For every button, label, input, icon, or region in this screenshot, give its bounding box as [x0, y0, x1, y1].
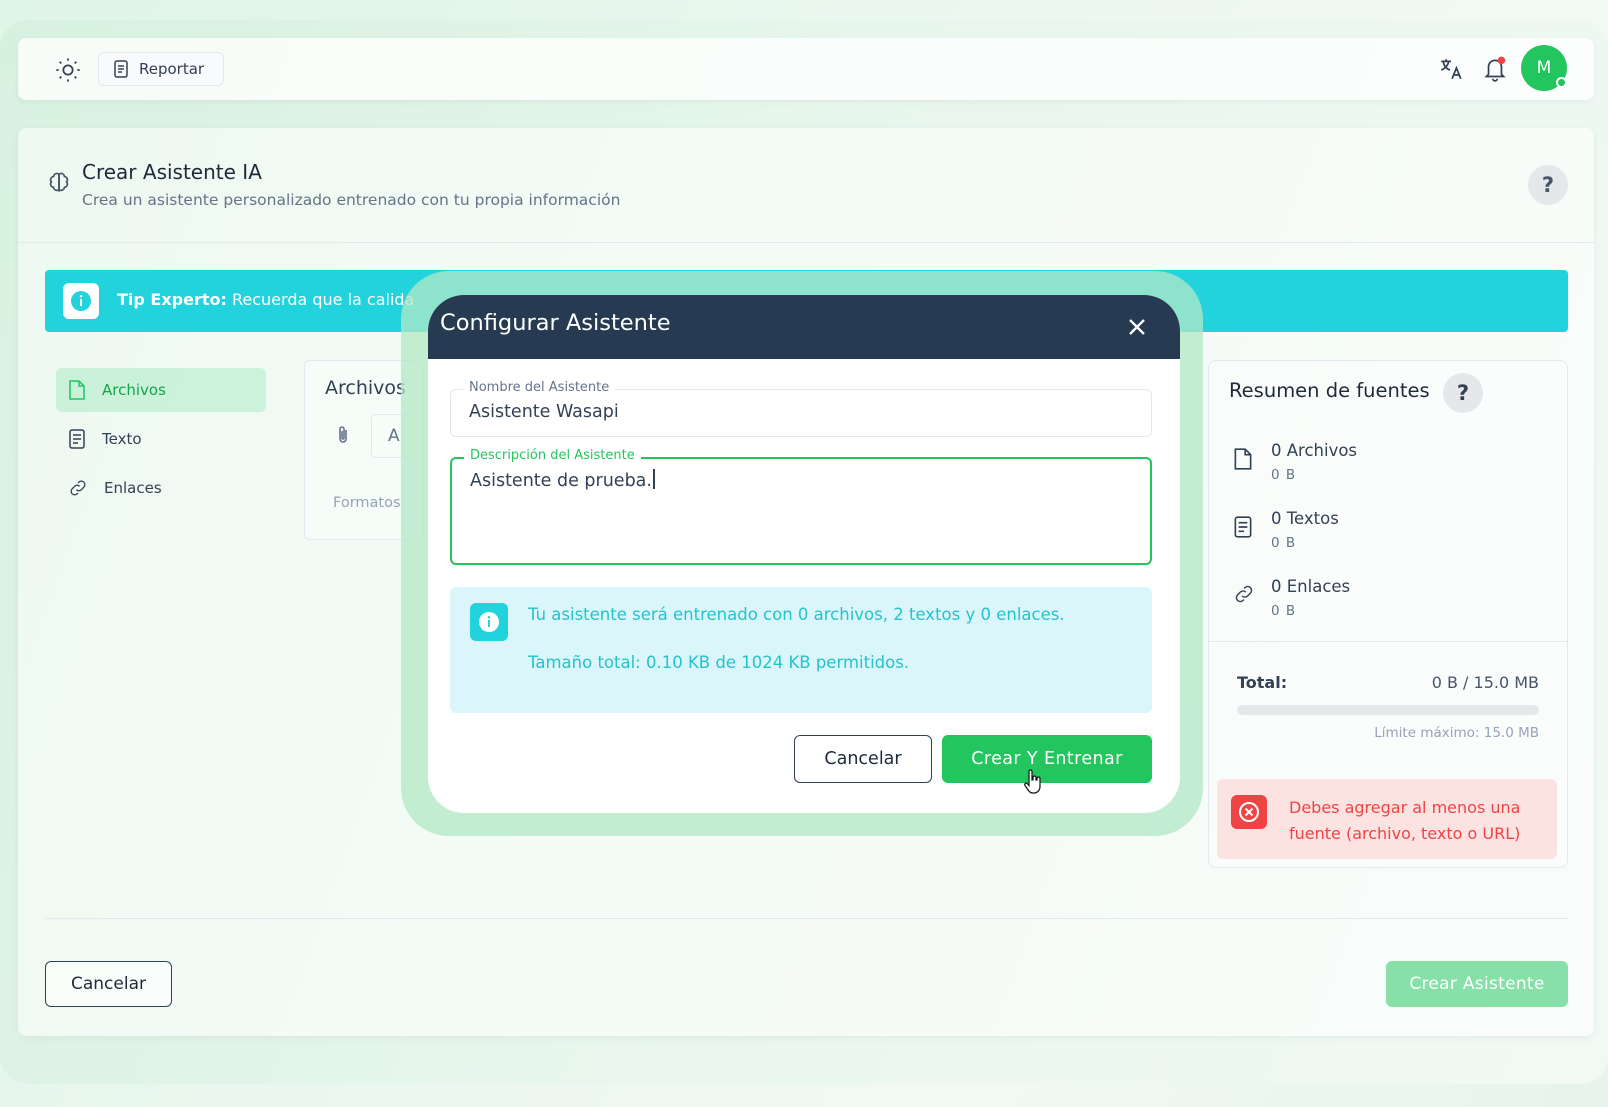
text-doc-icon: [69, 429, 85, 449]
files-panel-title: Archivos: [325, 377, 406, 399]
assistant-description-value: Asistente de prueba.: [470, 471, 652, 491]
sidebar-item-label: Enlaces: [104, 479, 162, 497]
footer-divider: [45, 918, 1568, 919]
assistant-name-value: Asistente Wasapi: [469, 402, 619, 422]
report-icon: [114, 60, 128, 78]
sidebar-item-texto[interactable]: Texto: [56, 417, 266, 461]
sources-summary: Resumen de fuentes ? 0 Archivos 0 B 0 Te…: [1208, 360, 1568, 868]
file-icon: [69, 380, 85, 400]
assistant-name-field[interactable]: Nombre del Asistente Asistente Wasapi: [450, 380, 1152, 437]
source-size: 0 B: [1271, 467, 1297, 483]
info-icon: [63, 283, 99, 319]
text-doc-icon: [1234, 516, 1252, 538]
source-size: 0 B: [1271, 535, 1297, 551]
training-info-box: Tu asistente será entrenado con 0 archiv…: [450, 587, 1152, 713]
sun-icon[interactable]: [54, 56, 82, 84]
file-icon: [1234, 448, 1252, 470]
online-status-dot: [1556, 77, 1567, 88]
create-and-train-button[interactable]: Crear Y Entrenar: [942, 735, 1152, 783]
sidebar-item-label: Archivos: [102, 381, 166, 399]
text-caret: [652, 469, 655, 489]
modal-title: Configurar Asistente: [440, 310, 671, 336]
source-label: 0 Textos: [1271, 509, 1339, 528]
sidebar-item-label: Texto: [102, 430, 142, 448]
source-row-files: 0 Archivos 0 B: [1233, 441, 1533, 491]
bell-icon[interactable]: [1482, 55, 1508, 83]
page-subtitle: Crea un asistente personalizado entrenad…: [82, 191, 621, 209]
avatar-initial: M: [1536, 58, 1552, 78]
translate-icon[interactable]: [1438, 56, 1464, 82]
error-alert: Debes agregar al menos una fuente (archi…: [1217, 779, 1557, 859]
paperclip-icon: [339, 426, 347, 443]
hand-pointer-cursor-icon: [1024, 769, 1041, 794]
error-x-icon: [1231, 795, 1267, 829]
training-summary-text: Tu asistente será entrenado con 0 archiv…: [528, 605, 1065, 624]
storage-progress-bar: [1237, 705, 1539, 715]
total-label: Total:: [1237, 673, 1288, 692]
files-formats-text: Formatos: [333, 495, 401, 511]
source-label: 0 Archivos: [1271, 441, 1358, 460]
info-icon: [470, 603, 508, 641]
modal-cancel-button[interactable]: Cancelar: [794, 735, 932, 783]
assistant-description-label: Descripción del Asistente: [464, 448, 641, 463]
page-title: Crear Asistente IA: [82, 160, 262, 184]
report-button[interactable]: Reportar: [98, 52, 224, 86]
sidebar-item-archivos[interactable]: Archivos: [56, 368, 266, 412]
sidebar-item-enlaces[interactable]: Enlaces: [56, 466, 266, 510]
total-value: 0 B / 15.0 MB: [1431, 673, 1539, 692]
assistant-description-value-wrap: Asistente de prueba.: [470, 469, 655, 491]
assistant-name-label: Nombre del Asistente: [463, 380, 616, 395]
training-size-text: Tamaño total: 0.10 KB de 1024 KB permiti…: [528, 653, 910, 672]
cancel-button[interactable]: Cancelar: [45, 961, 172, 1007]
summary-divider: [1209, 641, 1567, 642]
source-row-links: 0 Enlaces 0 B: [1233, 577, 1533, 627]
assistant-description-field[interactable]: Descripción del Asistente Asistente de p…: [450, 448, 1152, 565]
link-icon: [1235, 585, 1253, 603]
report-label: Reportar: [139, 60, 205, 78]
brain-icon: [49, 172, 69, 192]
summary-title: Resumen de fuentes: [1229, 379, 1430, 402]
source-size: 0 B: [1271, 603, 1297, 619]
link-icon: [70, 480, 86, 496]
source-row-texts: 0 Textos 0 B: [1233, 509, 1533, 559]
tip-prefix: Tip Experto:: [117, 290, 227, 309]
create-assistant-button[interactable]: Crear Asistente: [1386, 961, 1568, 1007]
modal-header: Configurar Asistente: [428, 295, 1180, 359]
close-icon[interactable]: [1123, 313, 1151, 341]
limit-text: Límite máximo: 15.0 MB: [1374, 725, 1539, 741]
help-button[interactable]: ?: [1528, 165, 1568, 205]
summary-help-button[interactable]: ?: [1443, 373, 1483, 413]
avatar[interactable]: M: [1521, 45, 1567, 91]
configure-assistant-modal: Configurar Asistente Nombre del Asistent…: [428, 295, 1180, 813]
header-divider: [18, 242, 1594, 243]
source-label: 0 Enlaces: [1271, 577, 1351, 596]
error-text: Debes agregar al menos una fuente (archi…: [1289, 798, 1521, 843]
tip-text: Tip Experto: Recuerda que la calida: [117, 290, 414, 309]
top-bar: [18, 38, 1594, 100]
tip-body: Recuerda que la calida: [232, 290, 415, 309]
